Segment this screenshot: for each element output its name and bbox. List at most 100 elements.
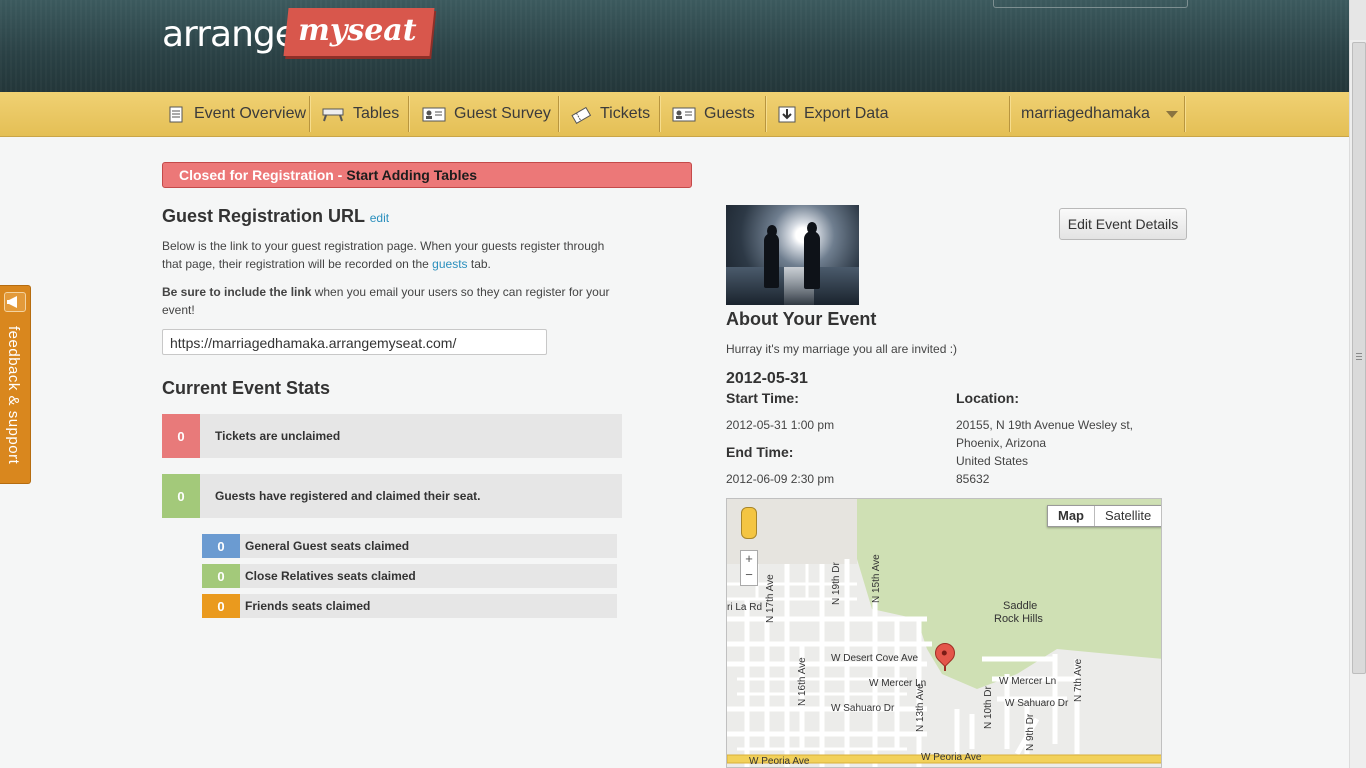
guest-card-icon <box>672 106 696 122</box>
nav-divider <box>1184 96 1185 132</box>
registration-description: Below is the link to your guest registra… <box>162 237 622 273</box>
map-street-label: N 19th Dr <box>831 562 842 605</box>
map-street-label: W Peoria Ave <box>749 756 810 767</box>
header-search-box[interactable] <box>993 0 1188 8</box>
stat-count: 0 <box>162 474 200 518</box>
map-street-label: W Sahuaro Dr <box>1005 698 1069 709</box>
location-line: 85632 <box>956 472 990 486</box>
stat-guests-registered: 0 Guests have registered and claimed the… <box>162 474 622 518</box>
logo-badge: myseat <box>283 8 435 56</box>
map-street-label: W Mercer Ln <box>999 676 1057 687</box>
chevron-down-icon <box>1165 110 1178 118</box>
nav-export-data[interactable]: Export Data <box>778 92 888 136</box>
edit-url-link[interactable]: edit <box>370 211 389 225</box>
user-name: marriagedhamaka <box>1021 105 1150 122</box>
scrollbar-thumb[interactable] <box>1352 42 1366 674</box>
map-type-satellite-button[interactable]: Satellite <box>1095 506 1161 526</box>
map-area-label: Saddle <box>1003 600 1038 612</box>
start-time-label: Start Time: <box>726 390 799 406</box>
event-map[interactable]: + − Map Satellite N 15th Ave N 19th Dr N… <box>726 498 1162 768</box>
map-street-label: N 13th Ave <box>915 683 926 732</box>
stat-count: 0 <box>202 594 240 618</box>
location-label: Location: <box>956 390 1019 406</box>
location-line: United States <box>956 454 1029 468</box>
photo-silhouette <box>767 225 777 237</box>
map-street-label: N 15th Ave <box>871 554 882 603</box>
stat-label: General Guest seats claimed <box>245 539 410 553</box>
nav-label: Tickets <box>600 105 651 122</box>
id-card-icon <box>422 106 446 122</box>
end-time-value: 2012-06-09 2:30 pm <box>726 472 835 486</box>
registration-url-field[interactable]: https://marriagedhamaka.arrangemyseat.co… <box>162 329 547 355</box>
nav-label: Tables <box>353 105 400 122</box>
stat-count: 0 <box>202 534 240 558</box>
grip-icon <box>1356 353 1362 361</box>
user-menu[interactable]: marriagedhamaka <box>1021 92 1178 136</box>
logo-text-arrange: arrange <box>162 14 297 55</box>
guests-tab-link[interactable]: guests <box>432 257 467 271</box>
page-scrollbar[interactable] <box>1349 0 1366 768</box>
map-type-map-button[interactable]: Map <box>1048 506 1095 526</box>
registration-title-text: Guest Registration URL <box>162 206 365 226</box>
stat-label: Friends seats claimed <box>245 599 371 613</box>
feedback-label: feedback & support <box>5 326 22 465</box>
registration-status-banner: Closed for Registration - Start Adding T… <box>162 162 692 188</box>
logo-text-myseat: myseat <box>298 13 417 48</box>
photo-silhouette <box>804 231 820 289</box>
table-icon <box>321 106 345 122</box>
download-icon <box>778 106 796 123</box>
registration-title: Guest Registration URL edit <box>162 206 389 227</box>
nav-tickets[interactable]: Tickets <box>570 92 650 136</box>
nav-guests[interactable]: Guests <box>672 92 755 136</box>
nav-divider <box>309 96 310 132</box>
about-event-title: About Your Event <box>726 309 877 329</box>
nav-divider <box>765 96 766 132</box>
map-street-label: W Peoria Ave <box>921 752 982 763</box>
scrollbar-track-top[interactable] <box>1350 0 1366 40</box>
map-street-label: N 17th Ave <box>765 574 776 623</box>
map-street-label: N 7th Ave <box>1073 658 1084 702</box>
map-zoom-control[interactable]: + − <box>740 550 758 586</box>
nav-guest-survey[interactable]: Guest Survey <box>422 92 551 136</box>
start-adding-tables-link[interactable]: Start Adding Tables <box>346 167 477 183</box>
stat-count: 0 <box>202 564 240 588</box>
nav-divider <box>1009 96 1010 132</box>
event-description: Hurray it's my marriage you all are invi… <box>726 342 958 356</box>
nav-event-overview[interactable]: Event Overview <box>168 92 306 136</box>
map-street-label: N 9th Dr <box>1025 713 1036 751</box>
main-nav: Event Overview Tables Guest Survey Ticke… <box>0 92 1349 137</box>
zoom-out-button[interactable]: − <box>741 567 757 583</box>
nav-divider <box>408 96 409 132</box>
stat-label: Guests have registered and claimed their… <box>215 489 481 503</box>
photo-silhouette <box>764 233 779 288</box>
ticket-icon <box>570 106 592 125</box>
stat-label: Close Relatives seats claimed <box>245 569 416 583</box>
nav-label: Export Data <box>804 105 889 122</box>
map-street-label: N 10th Dr <box>983 686 994 729</box>
megaphone-icon <box>4 292 26 312</box>
event-photo <box>726 205 859 305</box>
street-view-pegman-icon[interactable] <box>741 507 757 539</box>
map-type-toggle: Map Satellite <box>1047 505 1161 527</box>
location-line: Phoenix, Arizona <box>956 436 1047 450</box>
feedback-tab[interactable]: feedback & support <box>0 285 31 484</box>
nav-divider <box>558 96 559 132</box>
start-time-value: 2012-05-31 1:00 pm <box>726 418 835 432</box>
note-bold: Be sure to include the link <box>162 285 312 299</box>
event-date: 2012-05-31 <box>726 370 808 387</box>
nav-tables[interactable]: Tables <box>321 92 399 136</box>
stat-tickets-unclaimed: 0 Tickets are unclaimed <box>162 414 622 458</box>
document-icon <box>168 106 186 123</box>
map-street-label: N 16th Ave <box>797 657 808 706</box>
map-street-label: W Sahuaro Dr <box>831 703 895 714</box>
header: arrange myseat <box>0 0 1349 92</box>
nav-label: Event Overview <box>194 105 307 122</box>
photo-silhouette <box>807 222 817 234</box>
end-time-label: End Time: <box>726 444 794 460</box>
zoom-in-button[interactable]: + <box>741 551 757 567</box>
stats-title: Current Event Stats <box>162 378 331 398</box>
map-area-label: Rock Hills <box>994 613 1043 625</box>
edit-event-details-button[interactable]: Edit Event Details <box>1059 208 1187 240</box>
desc-text: Below is the link to your guest registra… <box>162 239 605 271</box>
desc-text: tab. <box>467 257 491 271</box>
